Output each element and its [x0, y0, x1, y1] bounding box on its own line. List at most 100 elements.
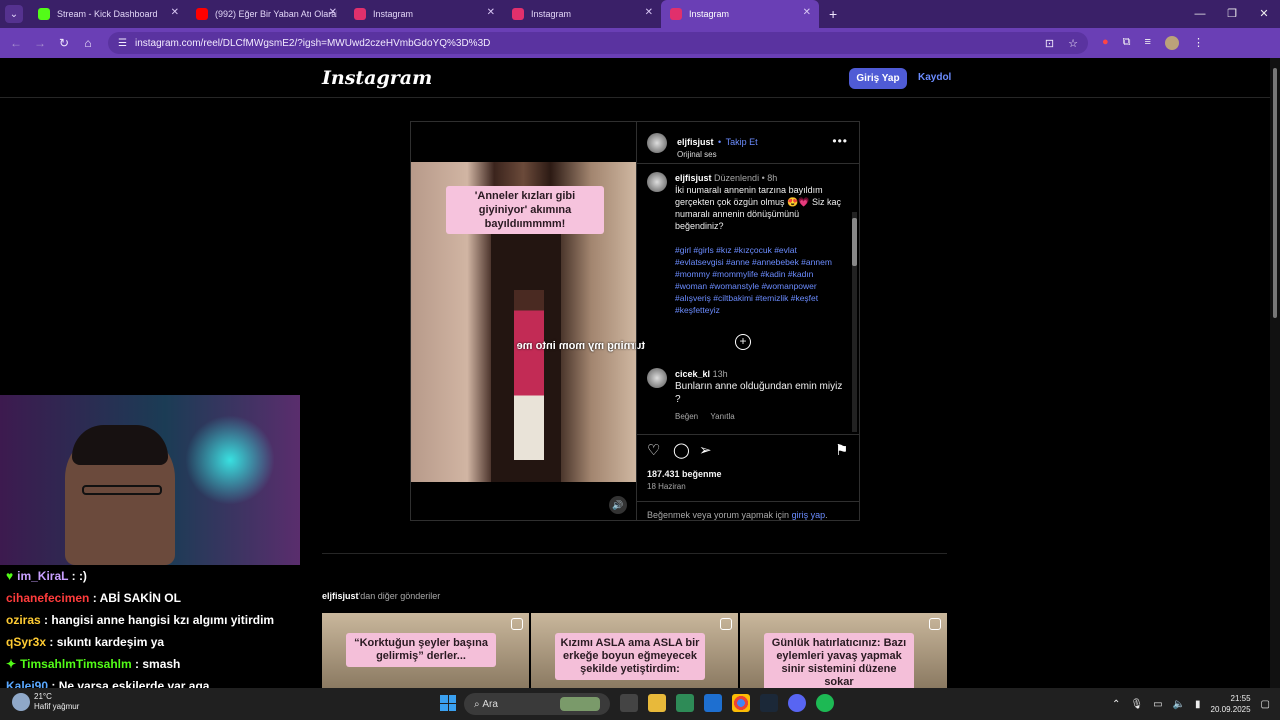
chrome-icon[interactable] — [732, 694, 750, 712]
reel-icon — [511, 618, 523, 630]
chat-text: sıkıntı kardeşim ya — [56, 635, 165, 649]
instagram-logo[interactable]: Instagram — [322, 67, 432, 89]
search-highlight-image — [560, 697, 600, 711]
extension-red-icon[interactable]: ● — [1102, 36, 1109, 50]
microphone-icon[interactable]: 🎙 — [1130, 699, 1143, 710]
comment-reply-link[interactable]: Yanıtla — [710, 412, 734, 421]
more-post-thumbnail[interactable]: “Korktuğun şeyler başına gelirmiş” derle… — [322, 613, 529, 688]
page-scrollbar[interactable] — [1270, 58, 1280, 688]
close-window-button[interactable]: ✕ — [1248, 0, 1280, 28]
reel-video[interactable]: 'Anneler kızları gibi giyiniyor' akımına… — [411, 162, 645, 482]
steam-icon[interactable] — [760, 694, 778, 712]
author-username[interactable]: eljfisjust — [677, 137, 714, 147]
comment-username[interactable]: cicek_kl — [675, 369, 710, 379]
follow-link[interactable]: Takip Et — [726, 137, 758, 147]
battery-icon[interactable]: ▮ — [1195, 699, 1201, 710]
webcam-overlay — [0, 395, 300, 565]
minimize-button[interactable]: — — [1184, 0, 1216, 28]
load-more-comments-icon[interactable]: + — [735, 334, 751, 350]
back-icon[interactable]: ← — [4, 36, 28, 50]
chat-username[interactable]: cihanefecimen — [6, 591, 89, 605]
browser-tab[interactable]: Stream - Kick Dashboard ✕ — [29, 0, 187, 28]
reload-icon[interactable]: ↻ — [52, 36, 76, 50]
profile-avatar[interactable] — [1164, 36, 1179, 50]
discord-icon[interactable] — [788, 694, 806, 712]
clock[interactable]: 21:55 20.09.2025 — [1211, 693, 1251, 715]
start-button[interactable] — [440, 695, 456, 711]
new-tab-button[interactable]: + — [829, 6, 837, 22]
like-heart-icon[interactable]: ♡ — [647, 441, 660, 459]
comment-like-link[interactable]: Beğen — [675, 412, 698, 421]
url-field[interactable]: ☰ instagram.com/reel/DLCfMWgsmE2/?igsh=M… — [108, 32, 1088, 54]
signup-link[interactable]: Kaydol — [918, 72, 951, 83]
author-avatar[interactable] — [647, 133, 667, 153]
caption-avatar[interactable] — [647, 172, 667, 192]
caption-hashtags[interactable]: #girl #girls #kız #kızçocuk #evlat #evla… — [675, 244, 845, 316]
comment-icon[interactable]: ◯ — [673, 441, 690, 459]
tab-favicon-icon — [354, 8, 366, 20]
site-info-icon[interactable]: ☰ — [118, 38, 127, 49]
close-tab-icon[interactable]: ✕ — [645, 7, 653, 18]
chat-text: hangisi anne hangisi kzı algımı yitirdim — [51, 613, 275, 627]
extensions-puzzle-icon[interactable]: ⧉ — [1123, 36, 1131, 50]
more-options-icon[interactable]: ••• — [832, 134, 848, 148]
save-bookmark-icon[interactable]: ⚑ — [835, 441, 848, 459]
caption-username[interactable]: eljfisjust — [675, 173, 712, 183]
taskbar-search[interactable]: ⌕ Ara — [464, 693, 610, 715]
tab-search-button[interactable]: ⌄ — [5, 5, 23, 23]
chat-message: oziras : hangisi anne hangisi kzı algımı… — [0, 609, 310, 631]
comments-scrollbar[interactable] — [852, 212, 857, 432]
file-explorer-icon[interactable] — [648, 694, 666, 712]
chat-username[interactable]: TimsahlmTimsahlm — [20, 657, 132, 671]
search-icon: ⌕ — [474, 698, 483, 710]
more-post-thumbnail[interactable]: Kızımı ASLA ama ASLA bir erkeğe boyun eğ… — [531, 613, 738, 688]
chat-badge-icon: ✦ — [6, 657, 17, 671]
chat-text: :) — [78, 569, 87, 583]
restore-button[interactable]: ❐ — [1216, 0, 1248, 28]
install-app-icon[interactable]: ⊡ — [1045, 37, 1054, 50]
chat-separator: : — [89, 591, 100, 605]
spotify-icon[interactable] — [816, 694, 834, 712]
tray-chevron-icon[interactable]: ⌃ — [1112, 699, 1120, 710]
close-tab-icon[interactable]: ✕ — [171, 7, 179, 18]
weather-desc: Hafif yağmur — [34, 702, 80, 711]
post-sidebar: eljfisjust • Takip Et Orijinal ses ••• e… — [636, 122, 860, 520]
volume-icon[interactable]: 🔈 — [1173, 699, 1185, 710]
close-tab-icon[interactable]: ✕ — [487, 7, 495, 18]
chat-username[interactable]: Kalei90 — [6, 679, 48, 688]
close-tab-icon[interactable]: ✕ — [803, 7, 811, 18]
mute-icon[interactable]: 🔊 — [609, 496, 627, 514]
login-button[interactable]: Giriş Yap — [849, 68, 907, 89]
more-posts-username[interactable]: eljfisjust — [322, 591, 359, 601]
post-actions: ♡ ◯ ➢ ⚑ 187.431 beğenme 18 Haziran Beğen… — [637, 434, 859, 520]
chat-username[interactable]: qSyr3x — [6, 635, 46, 649]
like-count[interactable]: 187.431 beğenme — [647, 469, 722, 479]
bookmark-star-icon[interactable]: ☆ — [1068, 37, 1078, 50]
chat-text: Ne varsa eskilerde var aga — [58, 679, 210, 688]
close-tab-icon[interactable]: ✕ — [329, 7, 337, 18]
media-control-icon[interactable]: ≡ — [1145, 36, 1151, 50]
browser-tab[interactable]: (992) Eğer Bir Yaban Atı Olarak ✕ — [187, 0, 345, 28]
more-post-thumbnail[interactable]: Günlük hatırlatıcınız: Bazı eylemleri ya… — [740, 613, 947, 688]
share-icon[interactable]: ➢ — [699, 441, 712, 459]
notifications-icon[interactable]: ▢ — [1261, 699, 1270, 710]
streamer-hair — [72, 425, 168, 465]
outlook-icon[interactable] — [704, 694, 722, 712]
login-hint-link[interactable]: giriş yap — [792, 510, 826, 520]
audio-label[interactable]: Orijinal ses — [677, 150, 758, 159]
task-view-icon[interactable] — [620, 694, 638, 712]
chat-message: cihanefecimen : ABİ SAKİN OL — [0, 587, 310, 609]
reel-media[interactable]: 'Anneler kızları gibi giyiniyor' akımına… — [411, 122, 645, 520]
store-icon[interactable] — [676, 694, 694, 712]
commenter-avatar[interactable] — [647, 368, 667, 388]
browser-tab[interactable]: Instagram ✕ — [345, 0, 503, 28]
network-icon[interactable]: ▭ — [1153, 699, 1162, 710]
chat-username[interactable]: oziras — [6, 613, 41, 627]
weather-widget[interactable]: 21°C Hafif yağmur — [12, 692, 79, 712]
forward-icon[interactable]: → — [28, 36, 52, 50]
browser-tab[interactable]: Instagram ✕ — [661, 0, 819, 28]
chat-username[interactable]: im_KiraL — [17, 569, 68, 583]
browser-menu-icon[interactable]: ⋮ — [1193, 36, 1204, 50]
browser-tab[interactable]: Instagram ✕ — [503, 0, 661, 28]
home-icon[interactable]: ⌂ — [76, 36, 100, 50]
